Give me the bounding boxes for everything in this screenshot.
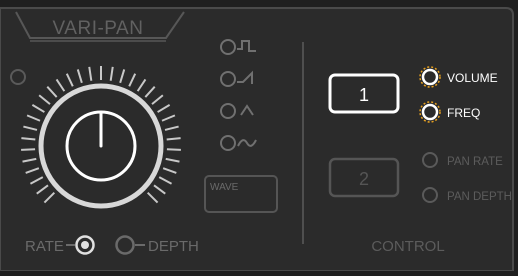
vari-pan-panel: VARI-PAN RATE DEPTH WAVE 1 VOLUME FREQ 2…	[0, 0, 518, 272]
knob-tick	[166, 148, 181, 151]
control-slot-2-value: 2	[359, 169, 369, 189]
control-section-label: CONTROL	[371, 238, 444, 255]
freq-label: FREQ	[447, 106, 480, 120]
wave-label: WAVE	[210, 182, 239, 193]
pan-rate-label: PAN RATE	[447, 156, 503, 168]
volume-label: VOLUME	[447, 71, 498, 85]
vari-pan-svg: VARI-PAN RATE DEPTH WAVE 1 VOLUME FREQ 2…	[0, 0, 518, 272]
knob-tick	[166, 137, 181, 141]
knob-tick	[21, 137, 36, 141]
rate-label: RATE	[25, 238, 64, 255]
pan-depth-label: PAN DEPTH	[447, 191, 512, 203]
knob-tick	[21, 148, 36, 151]
control-slot-1-value: 1	[359, 85, 369, 105]
rate-radio-dot	[81, 241, 89, 249]
depth-label: DEPTH	[148, 238, 199, 255]
plugin-title: VARI-PAN	[53, 18, 144, 39]
rate-depth-knob[interactable]	[38, 83, 164, 209]
